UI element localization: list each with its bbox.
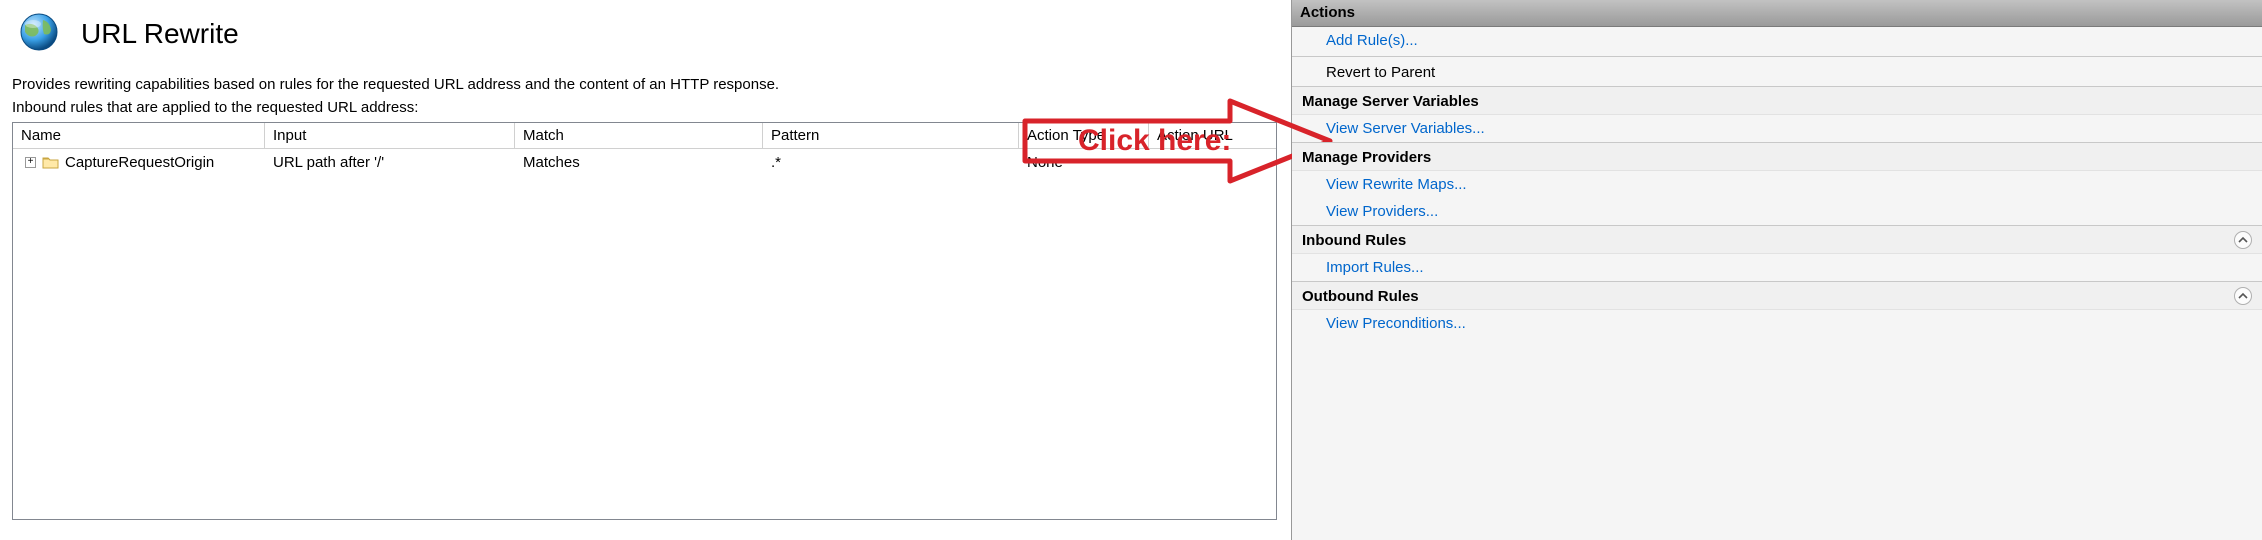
view-preconditions-link[interactable]: View Preconditions... <box>1292 310 2262 337</box>
section-manage-providers: Manage Providers <box>1292 142 2262 171</box>
col-header-action-type[interactable]: Action Type <box>1019 123 1149 148</box>
cell-input: URL path after '/' <box>273 154 384 171</box>
col-header-action-url[interactable]: Action URL <box>1149 123 1276 148</box>
chevron-up-icon[interactable] <box>2234 231 2252 249</box>
section-inbound-rules: Inbound Rules <box>1292 225 2262 254</box>
rules-grid: Name Input Match Pattern Action Type Act… <box>12 122 1277 520</box>
col-header-match[interactable]: Match <box>515 123 763 148</box>
col-header-pattern[interactable]: Pattern <box>763 123 1019 148</box>
section-manage-server-variables: Manage Server Variables <box>1292 86 2262 115</box>
revert-to-parent[interactable]: Revert to Parent <box>1292 59 2262 86</box>
cell-match: Matches <box>523 154 580 171</box>
view-rewrite-maps-link[interactable]: View Rewrite Maps... <box>1292 171 2262 198</box>
cell-name: CaptureRequestOrigin <box>65 154 214 171</box>
view-providers-link[interactable]: View Providers... <box>1292 198 2262 225</box>
add-rules-link[interactable]: Add Rule(s)... <box>1292 27 2262 54</box>
view-server-variables-link[interactable]: View Server Variables... <box>1292 115 2262 142</box>
table-row[interactable]: + CaptureRequestOrigin URL path after '/… <box>13 149 1276 175</box>
main-pane: URL Rewrite Provides rewriting capabilit… <box>0 0 1291 540</box>
col-header-name[interactable]: Name <box>13 123 265 148</box>
page-subdescription: Inbound rules that are applied to the re… <box>12 99 1279 116</box>
globe-icon <box>17 10 61 58</box>
page-header: URL Rewrite <box>12 10 1279 58</box>
cell-pattern: .* <box>771 154 781 171</box>
actions-title: Actions <box>1292 0 2262 27</box>
chevron-up-icon[interactable] <box>2234 287 2252 305</box>
grid-header: Name Input Match Pattern Action Type Act… <box>13 123 1276 149</box>
page-title: URL Rewrite <box>81 18 239 50</box>
section-outbound-rules: Outbound Rules <box>1292 281 2262 310</box>
folder-icon <box>42 155 59 169</box>
col-header-input[interactable]: Input <box>265 123 515 148</box>
cell-action-type: None <box>1027 154 1063 171</box>
row-expander[interactable]: + <box>25 157 36 168</box>
actions-pane: Actions Add Rule(s)... Revert to Parent … <box>1291 0 2262 540</box>
separator <box>1292 56 2262 57</box>
import-rules-link[interactable]: Import Rules... <box>1292 254 2262 281</box>
page-description: Provides rewriting capabilities based on… <box>12 76 1279 93</box>
